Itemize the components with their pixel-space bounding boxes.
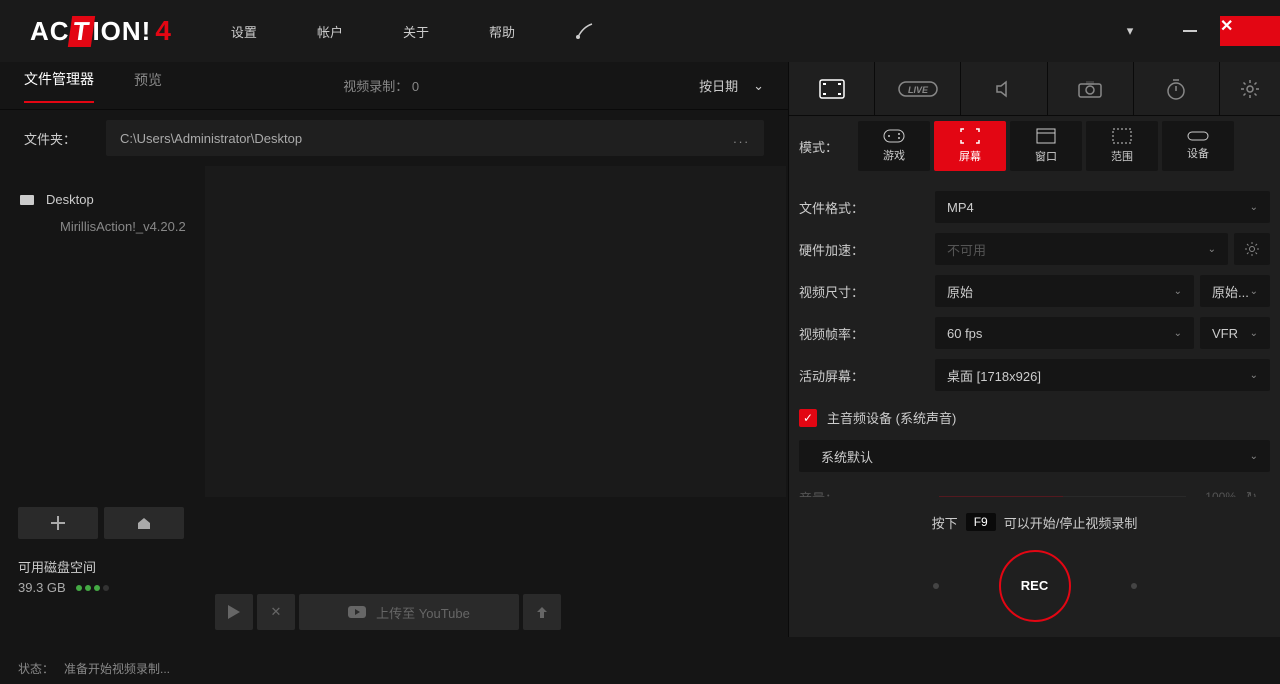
video-fps-2-select[interactable]: VFR⌄ bbox=[1200, 317, 1270, 349]
mode-game[interactable]: 游戏 bbox=[858, 121, 930, 171]
right-panel: LIVE 模式： 游戏 bbox=[788, 62, 1280, 637]
chevron-down-icon: ⌄ bbox=[1250, 451, 1258, 462]
capture-type-tabs: LIVE bbox=[789, 62, 1280, 116]
tab-settings[interactable] bbox=[1220, 62, 1280, 115]
main-menu: 设置 帐户 关于 帮助 bbox=[231, 22, 515, 41]
delete-button[interactable]: ✕ bbox=[257, 594, 295, 630]
volume-reset-button[interactable]: ↻ bbox=[1246, 489, 1270, 497]
brush-icon[interactable] bbox=[575, 22, 595, 40]
chevron-down-icon: ⌄ bbox=[1208, 244, 1216, 255]
folder-label: 文件夹： bbox=[24, 129, 76, 148]
volume-value: 100% bbox=[1196, 490, 1236, 497]
hw-accel-select: 不可用⌄ bbox=[935, 233, 1228, 265]
menu-help[interactable]: 帮助 bbox=[489, 22, 515, 41]
play-button[interactable] bbox=[215, 594, 253, 630]
chevron-down-icon: ⌄ bbox=[1250, 328, 1258, 339]
tree-item-subfolder[interactable]: MirillisAction!_v4.20.2 bbox=[0, 213, 205, 240]
disk-space-value: 39.3 GB bbox=[18, 580, 770, 595]
rec-indicator-left bbox=[933, 583, 939, 589]
file-format-label: 文件格式： bbox=[799, 198, 929, 217]
mode-screen[interactable]: 屏幕 bbox=[934, 121, 1006, 171]
tab-file-manager[interactable]: 文件管理器 bbox=[24, 69, 94, 103]
window-controls: ▾ ✕ bbox=[1100, 16, 1280, 46]
audio-device-checkbox[interactable]: ✓ bbox=[799, 409, 817, 427]
upload-button[interactable] bbox=[523, 594, 561, 630]
titlebar: ACTION!4 设置 帐户 关于 帮助 ▾ ✕ bbox=[0, 0, 1280, 62]
video-size-label: 视频尺寸： bbox=[799, 282, 929, 301]
hotkey-badge: F9 bbox=[966, 513, 996, 531]
mode-label: 模式： bbox=[799, 137, 838, 156]
video-size-2-select[interactable]: 原始...⌄ bbox=[1200, 275, 1270, 307]
chevron-down-icon: ⌄ bbox=[1250, 370, 1258, 381]
add-button[interactable] bbox=[18, 507, 98, 539]
browse-folder-button[interactable]: ... bbox=[733, 131, 750, 146]
folder-icon bbox=[20, 195, 34, 205]
chevron-down-icon: ⌄ bbox=[1174, 328, 1182, 339]
volume-slider[interactable] bbox=[939, 496, 1186, 498]
sort-dropdown[interactable]: 按日期 ⌄ bbox=[699, 76, 764, 95]
menu-about[interactable]: 关于 bbox=[403, 22, 429, 41]
folder-tree: Desktop MirillisAction!_v4.20.2 bbox=[0, 166, 205, 497]
active-screen-label: 活动屏幕： bbox=[799, 366, 929, 385]
record-button[interactable]: REC bbox=[999, 550, 1071, 622]
mode-window[interactable]: 窗口 bbox=[1010, 121, 1082, 171]
status-bar: 状态： 准备开始视频录制... bbox=[18, 660, 170, 677]
minimize-button[interactable] bbox=[1160, 16, 1220, 46]
tab-screenshot[interactable] bbox=[1048, 62, 1134, 115]
file-format-select[interactable]: MP4⌄ bbox=[935, 191, 1270, 223]
tab-preview[interactable]: 预览 bbox=[134, 70, 162, 102]
folder-path-input[interactable]: C:\Users\Administrator\Desktop ... bbox=[106, 120, 764, 156]
chevron-down-icon: ⌄ bbox=[1250, 202, 1258, 213]
hw-accel-label: 硬件加速： bbox=[799, 240, 929, 259]
left-panel: 文件管理器 预览 视频录制： 0 按日期 ⌄ 文件夹： C:\Users\Adm… bbox=[0, 62, 788, 637]
audio-device-select[interactable]: 系统默认⌄ bbox=[799, 440, 1270, 472]
tab-live[interactable]: LIVE bbox=[875, 62, 961, 115]
volume-label: 音量： bbox=[799, 488, 929, 498]
chevron-down-icon: ⌄ bbox=[1250, 286, 1258, 297]
video-size-select[interactable]: 原始⌄ bbox=[935, 275, 1194, 307]
video-fps-select[interactable]: 60 fps⌄ bbox=[935, 317, 1194, 349]
audio-device-label: 主音频设备 (系统声音) bbox=[827, 408, 956, 427]
tree-item-desktop[interactable]: Desktop bbox=[0, 186, 205, 213]
chevron-down-icon: ⌄ bbox=[1174, 286, 1182, 297]
rec-indicator-right bbox=[1131, 583, 1137, 589]
tab-audio[interactable] bbox=[961, 62, 1047, 115]
recording-count: 视频录制： 0 bbox=[343, 76, 419, 95]
menu-account[interactable]: 帐户 bbox=[317, 22, 343, 41]
upload-youtube-button[interactable]: 上传至 YouTube bbox=[299, 594, 519, 630]
hw-accel-settings-button[interactable] bbox=[1234, 233, 1270, 265]
mode-device[interactable]: 设备 bbox=[1162, 121, 1234, 171]
tab-video[interactable] bbox=[789, 62, 875, 115]
svg-text:LIVE: LIVE bbox=[908, 85, 929, 95]
mode-region[interactable]: 范围 bbox=[1086, 121, 1158, 171]
preview-area bbox=[205, 166, 786, 497]
active-screen-select[interactable]: 桌面 [1718x926]⌄ bbox=[935, 359, 1270, 391]
pin-button[interactable]: ▾ bbox=[1100, 16, 1160, 46]
menu-settings[interactable]: 设置 bbox=[231, 22, 257, 41]
app-logo: ACTION!4 bbox=[30, 15, 171, 47]
close-button[interactable]: ✕ bbox=[1220, 16, 1280, 46]
record-hint: 按下 F9 可以开始/停止视频录制 bbox=[932, 513, 1138, 532]
video-fps-label: 视频帧率： bbox=[799, 324, 929, 343]
home-button[interactable] bbox=[104, 507, 184, 539]
chevron-down-icon: ⌄ bbox=[753, 78, 764, 94]
tab-timer[interactable] bbox=[1134, 62, 1220, 115]
disk-space-label: 可用磁盘空间 bbox=[18, 557, 770, 576]
